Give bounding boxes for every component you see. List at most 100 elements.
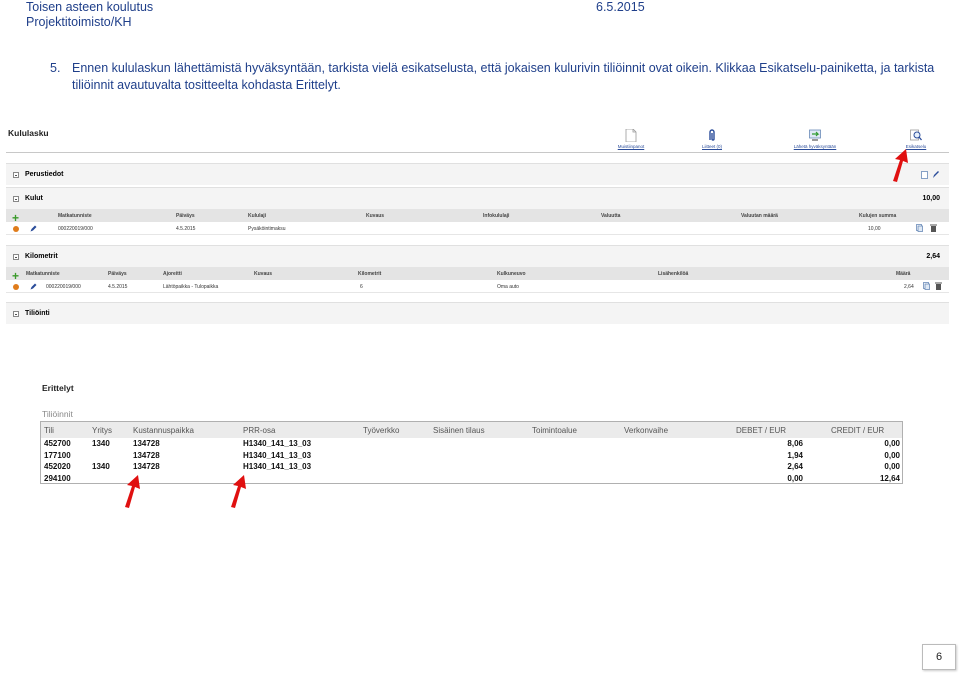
cell-credit: 12,64 [879, 473, 900, 483]
erittelyt-column-header: Tili Yritys Kustannuspaikka PRR-osa Työv… [41, 422, 902, 438]
col-yritys: Yritys [92, 426, 112, 435]
trash-icon[interactable] [930, 224, 937, 232]
cell-yritys: 1340 [92, 439, 110, 448]
kilometrit-label: Kilometrit [25, 253, 58, 260]
cell-kustannuspaikka: 134728 [133, 450, 160, 460]
page-number: 6 [922, 644, 956, 670]
instruction-text: Ennen kululaskun lähettämistä hyväksyntä… [72, 61, 935, 92]
col-paivays: Päiväys [176, 213, 195, 219]
edit-icon[interactable] [30, 225, 37, 232]
document-icon[interactable] [921, 171, 928, 179]
send-icon [809, 129, 821, 141]
cell-debet: 1,94 [787, 450, 803, 460]
cell-summa: 10,00 [868, 226, 881, 232]
col-prr-osa: PRR-osa [243, 426, 276, 435]
cell-ajoreitti: Lähtöpaikka - Tulopaikka [163, 284, 219, 290]
toolbar-attachments-button[interactable]: Liitteet (0) [682, 129, 742, 149]
collapse-icon[interactable] [13, 253, 19, 260]
col-maara: Määrä [896, 271, 911, 277]
cell-kululaji: Pysäköintimaksu [248, 226, 286, 232]
kulut-label: Kulut [25, 195, 43, 202]
note-icon [625, 129, 637, 142]
col-debet: DEBET / EUR [736, 426, 787, 435]
table-row: 294100 0,00 12,64 [41, 473, 902, 485]
edit-icon[interactable] [932, 171, 939, 179]
toolbar-attachments-label: Liitteet (0) [701, 144, 722, 149]
cell-tili: 452700 [44, 439, 71, 448]
col-kilometrit: Kilometrit [358, 271, 382, 277]
cell-debet: 0,00 [787, 473, 803, 483]
instruction-number: 5. [50, 61, 61, 75]
cell-credit: 0,00 [884, 439, 900, 448]
document-header: Toisen asteen koulutus Projektitoimisto/… [26, 0, 153, 30]
col-sisainen-tilaus: Sisäinen tilaus [433, 426, 485, 435]
toolbar-send-label: Lähetä hyväksyntään [793, 144, 837, 149]
col-tili: Tili [44, 426, 54, 435]
col-kuvaus: Kuvaus [366, 213, 385, 219]
copy-icon[interactable] [916, 224, 923, 232]
paperclip-icon [709, 129, 715, 141]
cell-kustannuspaikka: 134728 [133, 462, 160, 471]
cell-debet: 8,06 [787, 439, 803, 448]
expand-icon[interactable] [13, 310, 19, 317]
cell-kulkuneuvo: Oma auto [497, 284, 519, 290]
kilometrit-total: 2,64 [926, 253, 940, 260]
col-kulkuneuvo: Kulkuneuvo [497, 271, 526, 277]
toolbar-notes-button[interactable]: Muistiinpanot [601, 129, 661, 149]
section-tilioinnit: Tiliöinti [6, 302, 949, 324]
col-kulujen-summa: Kulujen summa [859, 213, 897, 219]
trash-icon[interactable] [935, 282, 942, 290]
section-kulut: Kulut 10,00 + Matkatunniste Päiväys Kulu… [6, 187, 949, 235]
cell-kilometrit: 6 [360, 284, 363, 290]
erittelyt-subtitle: Tiliöinnit [42, 409, 73, 419]
table-row: 452020 1340 134728 H1340_141_13_03 2,64 … [41, 461, 902, 473]
copy-icon[interactable] [923, 282, 930, 290]
preview-icon [910, 129, 922, 141]
col-kustannuspaikka: Kustannuspaikka [133, 426, 194, 435]
kilometrit-header[interactable]: Kilometrit 2,64 [6, 245, 949, 267]
arrow-to-kustannuspaikka-icon [125, 475, 140, 508]
col-matkatunniste: Matkatunniste [58, 213, 92, 219]
kulut-row[interactable]: 000220019/000 4.5.2015 Pysäköintimaksu 1… [6, 222, 949, 235]
section-kilometrit: Kilometrit 2,64 + Matkatunniste Päiväys … [6, 245, 949, 293]
toolbar-preview-button[interactable]: Esikatselu [886, 129, 946, 149]
table-row: 177100 134728 H1340_141_13_03 1,94 0,00 [41, 450, 902, 462]
cell-paivays: 4.5.2015 [176, 226, 196, 232]
toolbar-send-button[interactable]: Lähetä hyväksyntään [785, 129, 845, 149]
cell-prr-osa: H1340_141_13_03 [243, 439, 312, 448]
kulut-header[interactable]: Kulut 10,00 [6, 187, 949, 209]
expand-icon[interactable] [13, 171, 19, 178]
toolbar-divider [6, 152, 949, 153]
cell-tili: 452020 [44, 462, 71, 471]
cell-tili: 294100 [44, 473, 71, 483]
col-paivays: Päiväys [108, 271, 127, 277]
col-kululaji: Kululaji [248, 213, 267, 219]
cell-maara: 2,64 [904, 284, 914, 290]
erittelyt-table: Tili Yritys Kustannuspaikka PRR-osa Työv… [40, 421, 903, 484]
kilometrit-row[interactable]: 000220019/000 4.5.2015 Lähtöpaikka - Tul… [6, 280, 949, 293]
toolbar-notes-label: Muistiinpanot [617, 144, 645, 149]
status-dot [13, 226, 19, 232]
col-toimintoalue: Toimintoalue [532, 426, 577, 435]
header-date: 6.5.2015 [596, 0, 645, 14]
col-infokululaji: Infokululaji [483, 213, 510, 219]
kulut-column-header: + Matkatunniste Päiväys Kululaji Kuvaus … [6, 209, 949, 224]
perustiedot-header[interactable]: Perustiedot [6, 163, 949, 185]
table-row: 452700 1340 134728 H1340_141_13_03 8,06 … [41, 438, 902, 450]
col-verkonvaihe: Verkonvaihe [624, 426, 669, 435]
section-perustiedot: Perustiedot [6, 163, 949, 185]
col-lisahenkiloa: Lisähenkilöä [658, 271, 689, 277]
cell-credit: 0,00 [884, 462, 900, 471]
edit-icon[interactable] [30, 283, 37, 290]
collapse-icon[interactable] [13, 195, 19, 202]
col-credit: CREDIT / EUR [831, 426, 885, 435]
header-title: Toisen asteen koulutus [26, 0, 154, 14]
tilioinnit-header[interactable]: Tiliöinti [6, 302, 949, 324]
col-kuvaus: Kuvaus [254, 271, 273, 277]
cell-prr-osa: H1340_141_13_03 [243, 462, 312, 471]
cell-yritys: 1340 [92, 462, 110, 471]
header-subtitle: Projektitoimisto/KH [26, 15, 132, 29]
cell-prr-osa: H1340_141_13_03 [243, 450, 312, 460]
instruction-paragraph: 5. Ennen kululaskun lähettämistä hyväksy… [48, 60, 943, 93]
arrow-to-prr-osa-icon [231, 475, 246, 508]
